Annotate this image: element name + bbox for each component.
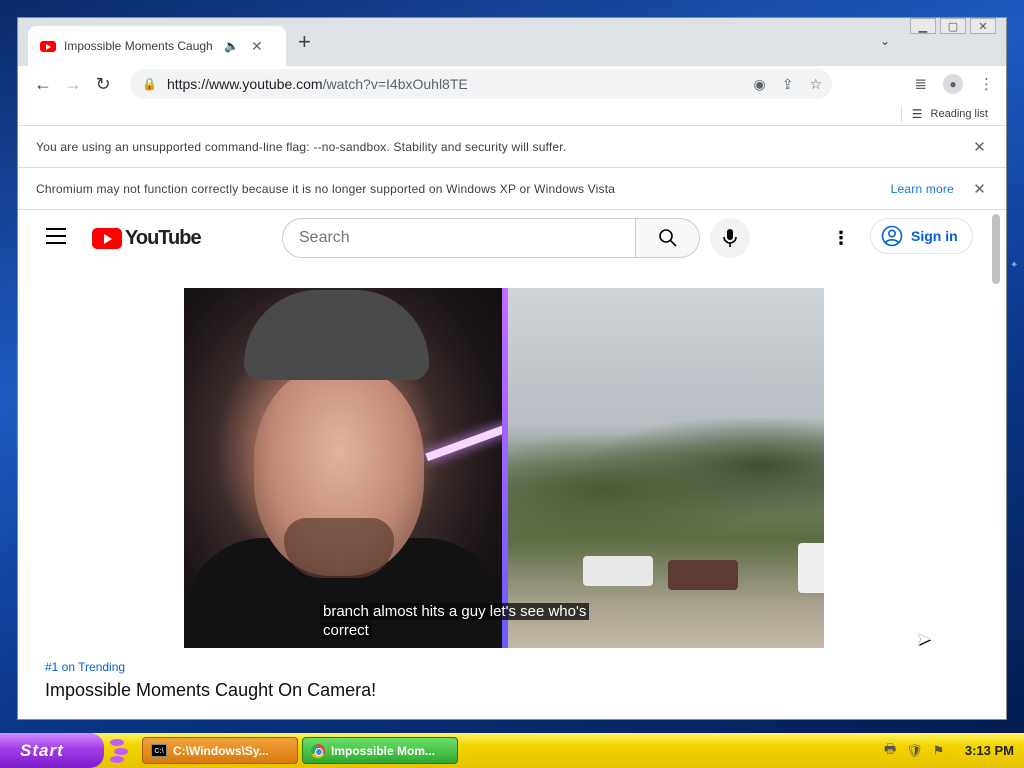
- minimize-button[interactable]: ▁: [910, 18, 936, 34]
- start-button[interactable]: Start: [0, 733, 104, 768]
- start-label: Start: [20, 740, 64, 760]
- reading-list-icon[interactable]: ☰: [912, 107, 923, 121]
- taskbar-item-label: C:\Windows\Sy...: [173, 743, 269, 758]
- browser-toolbar: ← → ↻ 🔒 https://www.youtube.com/watch?v=…: [18, 66, 1006, 102]
- youtube-favicon-icon: [40, 40, 56, 52]
- youtube-logo[interactable]: YouTube: [92, 227, 202, 250]
- video-shape: [244, 290, 429, 380]
- bookmarks-bar: ☰ Reading list: [18, 102, 1006, 126]
- search-bar: [282, 218, 700, 258]
- infobar-sandbox-warning: You are using an unsupported command-lin…: [18, 126, 1006, 168]
- video-shape: [508, 418, 824, 538]
- account-circle-icon: [881, 225, 903, 247]
- video-shape: [425, 422, 513, 462]
- voice-search-button[interactable]: [710, 218, 750, 258]
- tab-strip: Impossible Moments Caugh 🔈 ✕ + ⌄ ▁ ▢ ✕: [18, 18, 1006, 66]
- browser-window: Impossible Moments Caugh 🔈 ✕ + ⌄ ▁ ▢ ✕ ←…: [17, 17, 1007, 720]
- url-text[interactable]: https://www.youtube.com/watch?v=I4bxOuhl…: [167, 76, 468, 92]
- settings-kebab-icon[interactable]: ⋮: [832, 228, 850, 248]
- window-controls: ▁ ▢ ✕: [910, 18, 996, 34]
- printer-icon[interactable]: 🖶: [884, 740, 896, 762]
- back-arrow-icon[interactable]: ←: [28, 74, 58, 95]
- video-title: Impossible Moments Caught On Camera!: [45, 680, 377, 700]
- video-shape: [668, 560, 738, 590]
- command-prompt-icon: C:\: [151, 744, 167, 757]
- infobar-close-icon[interactable]: ✕: [973, 180, 986, 198]
- search-button[interactable]: [636, 218, 700, 258]
- separator: [900, 105, 902, 122]
- taskbar: Start C:\ C:\Windows\Sy... Impossible Mo…: [0, 733, 1024, 768]
- infobar-unsupported-os: Chromium may not function correctly beca…: [18, 168, 1006, 210]
- sign-in-button[interactable]: Sign in: [870, 218, 973, 254]
- infobar-text: Chromium may not function correctly beca…: [36, 181, 616, 196]
- taskbar-item-label: Impossible Mom...: [331, 743, 436, 758]
- caption-line: correct: [320, 622, 372, 639]
- forward-arrow-icon[interactable]: →: [58, 74, 88, 95]
- youtube-masthead: YouTube ⋮ Sign in: [18, 210, 1006, 266]
- hamburger-menu-icon[interactable]: [46, 228, 66, 249]
- search-icon: [658, 229, 677, 247]
- profile-icon[interactable]: ●: [943, 74, 963, 94]
- start-decoration-icon: [108, 737, 130, 763]
- video-frame-right: [508, 288, 824, 648]
- page-scrollbar[interactable]: [992, 214, 1000, 284]
- new-tab-button[interactable]: +: [298, 31, 311, 53]
- maximize-button[interactable]: ▢: [940, 18, 966, 34]
- youtube-play-icon: [92, 228, 122, 249]
- mouse-cursor-icon: ➤: [916, 629, 932, 649]
- infobar-text: You are using an unsupported command-lin…: [36, 139, 567, 154]
- youtube-page: YouTube ⋮ Sign in: [18, 210, 1006, 719]
- chromium-icon: [311, 743, 325, 758]
- taskbar-item-chromium[interactable]: Impossible Mom...: [302, 737, 458, 764]
- menu-kebab-icon[interactable]: ⋮: [979, 75, 994, 93]
- media-queue-icon[interactable]: ≣: [914, 75, 927, 93]
- video-shape: [583, 556, 653, 586]
- learn-more-link[interactable]: Learn more: [891, 182, 954, 196]
- share-icon[interactable]: ⇪: [782, 76, 794, 93]
- network-icon[interactable]: ⚑: [933, 743, 945, 759]
- video-shape: [798, 543, 824, 593]
- microphone-icon: [723, 229, 737, 247]
- taskbar-item-cmd[interactable]: C:\ C:\Windows\Sy...: [142, 737, 298, 764]
- address-bar[interactable]: 🔒 https://www.youtube.com/watch?v=I4bxOu…: [130, 69, 832, 99]
- tab-search-chevron-icon[interactable]: ⌄: [880, 34, 890, 48]
- speaker-icon[interactable]: 🔈: [224, 39, 239, 53]
- trending-link[interactable]: #1 on Trending: [45, 660, 125, 674]
- tab-close-icon[interactable]: ✕: [251, 38, 263, 55]
- taskbar-clock[interactable]: 3:13 PM: [965, 743, 1014, 758]
- video-shape: [284, 518, 394, 578]
- search-input[interactable]: [282, 218, 636, 258]
- video-caption: branch almost hits a guy let's see who's…: [320, 602, 610, 640]
- tab-youtube[interactable]: Impossible Moments Caugh 🔈 ✕: [28, 26, 286, 66]
- security-shield-icon[interactable]: 🛡: [906, 743, 923, 759]
- close-window-button[interactable]: ✕: [970, 18, 996, 34]
- bookmark-star-icon[interactable]: ☆: [809, 76, 822, 93]
- reading-list-button[interactable]: Reading list: [931, 108, 988, 120]
- desktop-sparkle: ✦: [1010, 260, 1019, 271]
- infobar-close-icon[interactable]: ✕: [973, 138, 986, 156]
- video-player[interactable]: branch almost hits a guy let's see who's…: [184, 288, 824, 648]
- lock-icon[interactable]: 🔒: [142, 77, 157, 91]
- reload-icon[interactable]: ↻: [88, 74, 118, 95]
- caption-line: branch almost hits a guy let's see who's: [320, 603, 590, 620]
- video-frame-left: [184, 288, 513, 648]
- tab-title: Impossible Moments Caugh: [64, 39, 213, 53]
- eye-slash-icon[interactable]: ◉: [753, 76, 765, 93]
